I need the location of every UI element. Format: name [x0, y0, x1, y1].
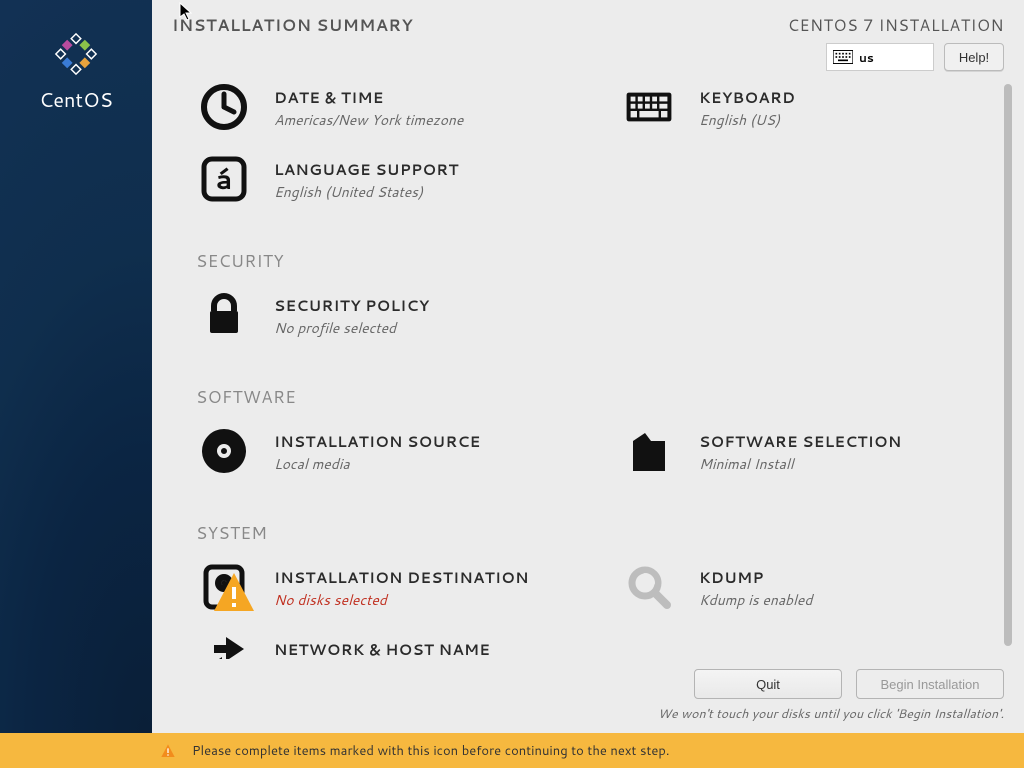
spoke-status: Kdump is enabled — [699, 590, 812, 610]
spoke-status: No disks selected — [274, 590, 529, 610]
spoke-software-selection[interactable]: SOFTWARE SELECTION Minimal Install — [621, 427, 986, 475]
spoke-installation-source[interactable]: INSTALLATION SOURCE Local media — [196, 427, 561, 475]
begin-installation-button: Begin Installation — [856, 669, 1004, 699]
spoke-title: DATE & TIME — [274, 87, 463, 108]
spoke-title: KEYBOARD — [699, 87, 795, 108]
category-security: SECURITY — [196, 249, 986, 273]
centos-logo-icon — [52, 30, 100, 78]
scrollbar-thumb[interactable] — [1004, 84, 1012, 646]
category-software: SOFTWARE — [196, 385, 986, 409]
svg-text:á: á — [216, 159, 233, 199]
magnifier-icon — [621, 563, 677, 611]
spoke-status: No profile selected — [274, 318, 429, 338]
spoke-status: English (United States) — [274, 182, 459, 202]
keyboard-layout-selector[interactable]: us — [826, 43, 934, 71]
spoke-title: SECURITY POLICY — [274, 295, 429, 316]
spoke-title: KDUMP — [699, 567, 812, 588]
sidebar: CentOS — [0, 0, 152, 733]
spoke-title: INSTALLATION SOURCE — [274, 431, 481, 452]
spoke-status: Local media — [274, 454, 481, 474]
hard-drive-icon — [196, 563, 252, 611]
disc-icon — [196, 427, 252, 475]
warning-text: Please complete items marked with this i… — [192, 742, 669, 760]
spoke-language[interactable]: á LANGUAGE SUPPORT English (United State… — [196, 155, 986, 203]
spoke-keyboard[interactable]: KEYBOARD English (US) — [621, 83, 986, 131]
quit-button[interactable]: Quit — [694, 669, 842, 699]
footer-hint: We won't touch your disks until you clic… — [152, 705, 1004, 723]
category-system: SYSTEM — [196, 521, 986, 545]
spoke-datetime[interactable]: DATE & TIME Americas/New York timezone — [196, 83, 561, 131]
network-arrows-icon — [196, 635, 252, 659]
spoke-status: English (US) — [699, 110, 795, 130]
spoke-title: LANGUAGE SUPPORT — [274, 159, 459, 180]
spoke-title: SOFTWARE SELECTION — [699, 431, 902, 452]
spoke-network[interactable]: NETWORK & HOST NAME Wired (enp0s3) conne… — [196, 635, 986, 659]
warning-icon — [160, 743, 176, 759]
lock-icon — [196, 291, 252, 339]
spoke-kdump[interactable]: KDUMP Kdump is enabled — [621, 563, 986, 611]
brand-text: CentOS — [39, 86, 113, 114]
spoke-status: Minimal Install — [699, 454, 902, 474]
product-title: CENTOS 7 INSTALLATION — [788, 14, 1004, 37]
spoke-title: INSTALLATION DESTINATION — [274, 567, 529, 588]
keyboard-large-icon — [621, 83, 677, 131]
warning-bar: Please complete items marked with this i… — [0, 733, 1024, 768]
keyboard-icon — [833, 50, 853, 64]
keyboard-layout-label: us — [859, 49, 874, 66]
spoke-installation-destination[interactable]: INSTALLATION DESTINATION No disks select… — [196, 563, 561, 611]
spoke-security-policy[interactable]: SECURITY POLICY No profile selected — [196, 291, 986, 339]
language-icon: á — [196, 155, 252, 203]
spoke-title: NETWORK & HOST NAME — [274, 639, 490, 659]
package-icon — [621, 427, 677, 475]
page-title: INSTALLATION SUMMARY — [172, 14, 413, 71]
clock-icon — [196, 83, 252, 131]
help-button[interactable]: Help! — [944, 43, 1004, 71]
spoke-status: Americas/New York timezone — [274, 110, 463, 130]
warning-badge-icon — [210, 569, 258, 617]
